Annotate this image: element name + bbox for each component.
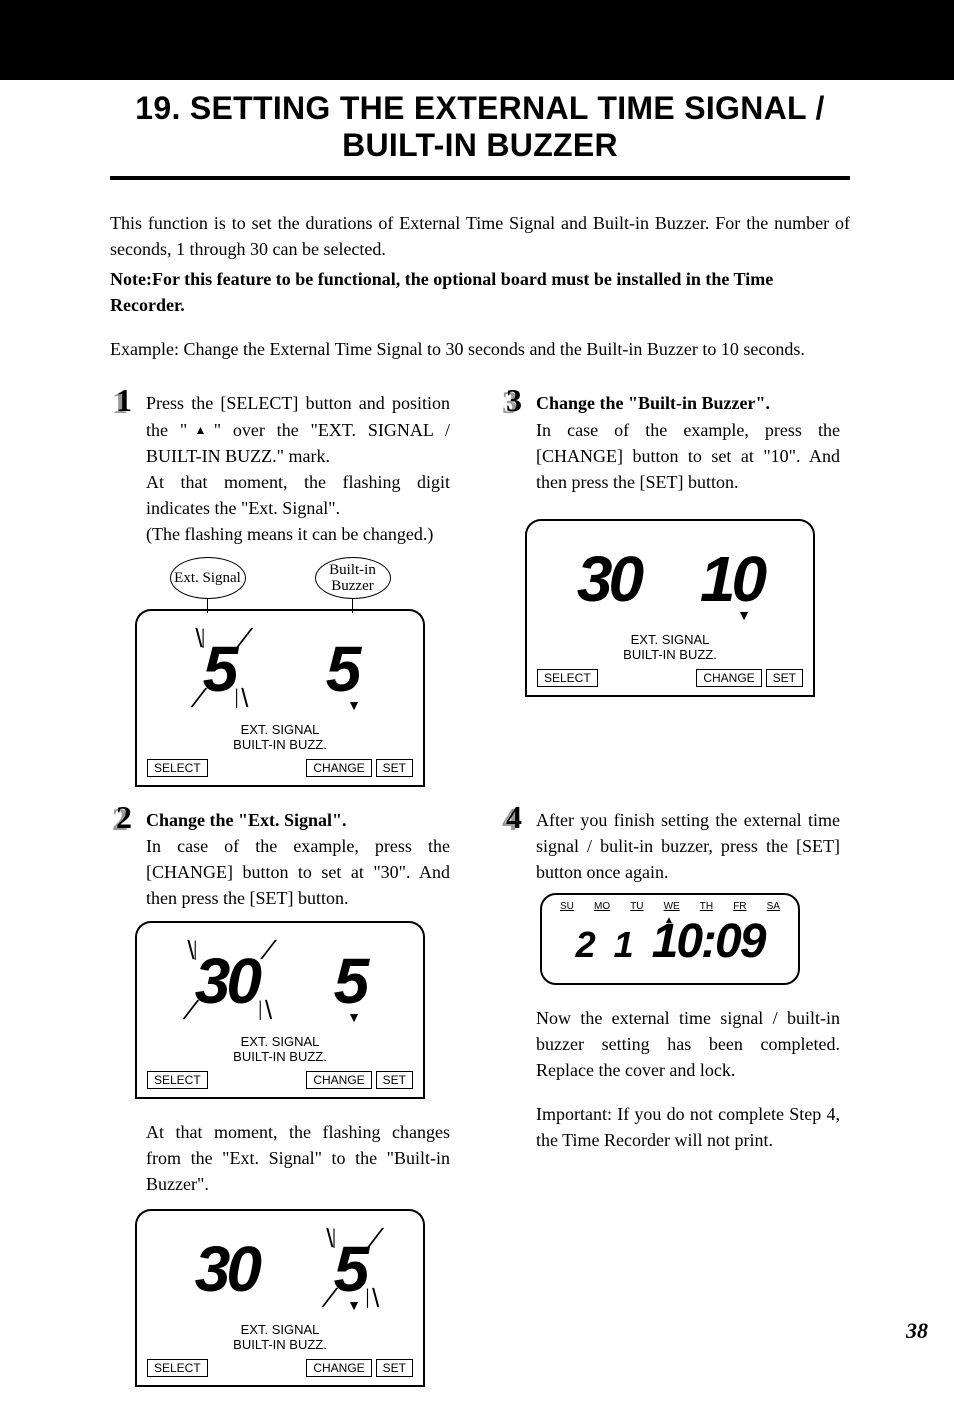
triangle-up-icon: ▲ — [187, 423, 214, 437]
step-1: 1 Press the [SELECT] button and position… — [110, 390, 450, 547]
lcd-right-digit: 5 — [326, 637, 358, 701]
set-button[interactable]: SET — [376, 1359, 413, 1377]
change-button[interactable]: CHANGE — [306, 1071, 371, 1089]
mode-label-1: EXT. SIGNAL — [137, 723, 423, 738]
mode-label-2: BUILT-IN BUZZ. — [137, 1050, 423, 1065]
day-fr: FR — [733, 901, 746, 912]
select-button[interactable]: SELECT — [537, 669, 598, 687]
header-black-bar — [0, 0, 954, 80]
lcd-button-row: SELECT CHANGE SET — [137, 753, 423, 777]
page-content: 19. SETTING THE EXTERNAL TIME SIGNAL / B… — [110, 90, 850, 1407]
change-button[interactable]: CHANGE — [306, 759, 371, 777]
lcd-display-2: 30 ╲ │ ╱ ╱ │ ╲ 5 ▼ EXT. SIGNAL BUILT-IN … — [135, 921, 425, 1099]
step-3-body: Change the "Built-in Buzzer". In case of… — [536, 390, 840, 494]
step-2-heading: Change the "Ext. Signal". — [146, 810, 347, 830]
day-we: WE — [664, 901, 680, 912]
pointer-down-icon: ▼ — [347, 1011, 361, 1027]
days-row: SU MO TU WE TH FR SA — [556, 901, 784, 912]
lcd-screen: 5 ╲ │ ╱ ╱ │ ╲ 5 ▼ — [135, 609, 425, 719]
set-button[interactable]: SET — [766, 669, 803, 687]
step-number-1: 1 — [110, 384, 138, 416]
left-column: 1 Press the [SELECT] button and position… — [110, 390, 450, 1407]
lcd-left-digit: 5 ╲ │ ╱ ╱ │ ╲ — [203, 637, 235, 701]
note-paragraph: Note:For this feature to be functional, … — [110, 266, 850, 318]
example-line: Example: Change the External Time Signal… — [110, 336, 850, 362]
step-1-body: Press the [SELECT] button and position t… — [146, 390, 450, 547]
step-3-text: In case of the example, press the [CHANG… — [536, 420, 840, 492]
lcd-display-3: 30 5 ╲ │ ╱ ╱ │ ╲ ▼ EXT. SIGNAL BUILT-IN … — [135, 1209, 425, 1387]
lcd-label-area: EXT. SIGNAL BUILT-IN BUZZ. SELECT CHANGE… — [135, 1031, 425, 1099]
step-4-after-a: Now the external time signal / built-in … — [536, 1005, 840, 1083]
lcd-left-digit: 30 ╲ │ ╱ ╱ │ ╲ — [195, 949, 258, 1013]
mode-label-1: EXT. SIGNAL — [137, 1035, 423, 1050]
step-2: 2 Change the "Ext. Signal". In case of t… — [110, 807, 450, 911]
lcd-display-4: 30 10 ▼ EXT. SIGNAL BUILT-IN BUZZ. SELEC… — [525, 519, 815, 697]
step-number-2: 2 — [110, 801, 138, 833]
mode-label-1: EXT. SIGNAL — [527, 633, 813, 648]
step-4-after-b: Important: If you do not complete Step 4… — [536, 1101, 840, 1153]
set-button[interactable]: SET — [376, 1071, 413, 1089]
day-sa: SA — [767, 901, 780, 912]
pointer-down-icon: ▼ — [737, 609, 751, 625]
step-1-text-c: At that moment, the flashing digit indic… — [146, 472, 450, 518]
change-button[interactable]: CHANGE — [696, 669, 761, 687]
step-3: 3 Change the "Built-in Buzzer". In case … — [500, 390, 840, 494]
title-underline — [110, 176, 850, 180]
lcd-button-row: SELECT CHANGE SET — [527, 663, 813, 687]
mode-label-1: EXT. SIGNAL — [137, 1323, 423, 1338]
step-2-after: At that moment, the flashing changes fro… — [146, 1119, 450, 1197]
step-2-body: Change the "Ext. Signal". In case of the… — [146, 807, 450, 911]
callout-row: Ext. Signal Built-in Buzzer — [135, 557, 425, 613]
select-button[interactable]: SELECT — [147, 1071, 208, 1089]
day-mo: MO — [594, 901, 610, 912]
select-button[interactable]: SELECT — [147, 759, 208, 777]
lcd-left-value: 30 — [195, 945, 258, 1017]
lcd-label-area: EXT. SIGNAL BUILT-IN BUZZ. SELECT CHANGE… — [135, 1319, 425, 1387]
lcd-right-digit: 5 ╲ │ ╱ ╱ │ ╲ — [334, 1237, 366, 1301]
lcd-display-1: Ext. Signal Built-in Buzzer 5 ╲ │ ╱ ╱ │ — [135, 557, 425, 787]
lcd-screen: 30 ╲ │ ╱ ╱ │ ╲ 5 ▼ — [135, 921, 425, 1031]
mode-label-2: BUILT-IN BUZZ. — [137, 738, 423, 753]
step-4-text: After you finish setting the external ti… — [536, 810, 840, 882]
select-button[interactable]: SELECT — [147, 1359, 208, 1377]
clock-display: SU MO TU WE TH FR SA ▲ 2 1 10:09 — [540, 893, 800, 985]
two-column-layout: 1 Press the [SELECT] button and position… — [110, 390, 850, 1407]
lcd-label-area: EXT. SIGNAL BUILT-IN BUZZ. SELECT CHANGE… — [135, 719, 425, 787]
lcd-label-area: EXT. SIGNAL BUILT-IN BUZZ. SELECT CHANGE… — [525, 629, 815, 697]
intro-paragraph: This function is to set the durations of… — [110, 210, 850, 262]
lcd-right-digit: 5 — [334, 949, 366, 1013]
set-button[interactable]: SET — [376, 759, 413, 777]
step-number-4: 4 — [500, 801, 528, 833]
change-button[interactable]: CHANGE — [306, 1359, 371, 1377]
step-1-text-d: (The flashing means it can be changed.) — [146, 524, 433, 544]
lcd-screen: 30 10 ▼ — [525, 519, 815, 629]
right-column: 3 Change the "Built-in Buzzer". In case … — [500, 390, 840, 1407]
day-su: SU — [560, 901, 574, 912]
day-pointer-icon: ▲ — [664, 915, 674, 926]
lcd-right-value: 5 — [334, 1233, 366, 1305]
callout-builtin-buzzer: Built-in Buzzer — [315, 557, 391, 599]
step-4-body: After you finish setting the external ti… — [536, 807, 840, 885]
lcd-screen: 30 5 ╲ │ ╱ ╱ │ ╲ ▼ — [135, 1209, 425, 1319]
lcd-button-row: SELECT CHANGE SET — [137, 1065, 423, 1089]
mode-label-2: BUILT-IN BUZZ. — [137, 1338, 423, 1353]
step-number-3: 3 — [500, 384, 528, 416]
lcd-left-digit: 30 — [577, 547, 640, 611]
step-3-heading: Change the "Built-in Buzzer". — [536, 393, 770, 413]
pointer-down-icon: ▼ — [347, 699, 361, 715]
day-tu: TU — [630, 901, 643, 912]
lcd-left-value: 5 — [203, 633, 235, 705]
callout-ext-signal: Ext. Signal — [170, 557, 246, 599]
page-title: 19. SETTING THE EXTERNAL TIME SIGNAL / B… — [110, 90, 850, 170]
day-th: TH — [700, 901, 713, 912]
lcd-right-digit: 10 — [700, 547, 763, 611]
step-2-text: In case of the example, press the [CHANG… — [146, 836, 450, 908]
page-number: 38 — [906, 1318, 928, 1344]
pointer-down-icon: ▼ — [347, 1299, 361, 1315]
clock-date: 2 1 — [576, 924, 638, 966]
lcd-left-digit: 30 — [195, 1237, 258, 1301]
step-4: 4 After you finish setting the external … — [500, 807, 840, 885]
mode-label-2: BUILT-IN BUZZ. — [527, 648, 813, 663]
